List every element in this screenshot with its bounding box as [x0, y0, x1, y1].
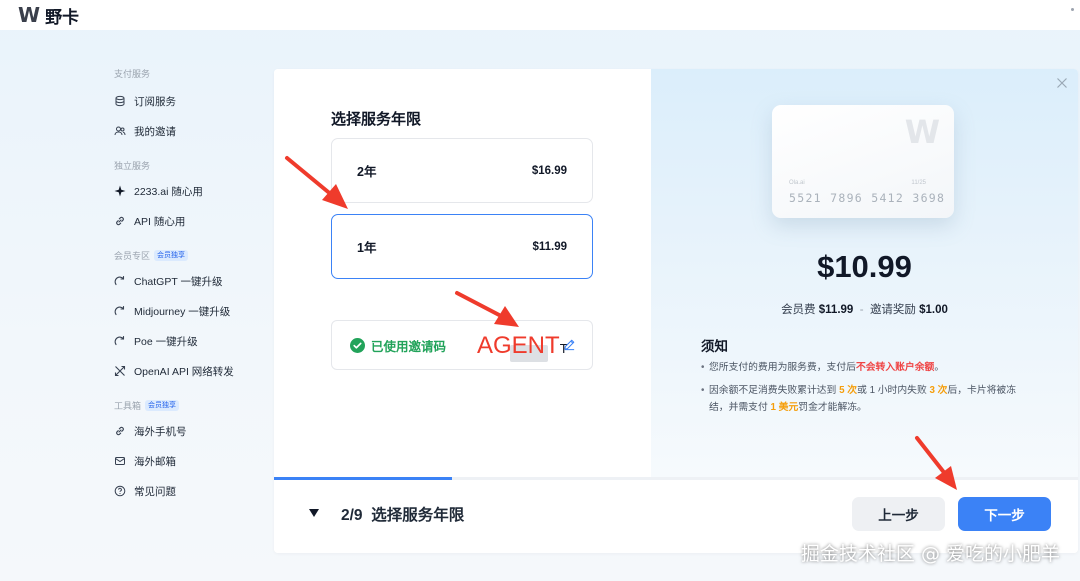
help-icon: [114, 485, 126, 497]
next-button[interactable]: 下一步: [958, 497, 1051, 531]
plan-panel: 选择服务年限 2年 $16.99 1年 $11.99 已使用邀请码 AGENTT: [274, 69, 651, 479]
member-badge: 会员独享: [154, 249, 189, 261]
forward-icon: [114, 365, 126, 377]
collapse-triangle-icon[interactable]: [308, 507, 320, 519]
sidebar-item-faq[interactable]: 常见问题: [114, 476, 264, 506]
upgrade-icon: [114, 335, 126, 347]
fee-breakdown: 会员费 $11.99 - 邀请奖励 $1.00: [781, 304, 948, 316]
sidebar-item-label: Poe 一键升级: [134, 335, 198, 348]
upgrade-icon: [114, 305, 126, 317]
notice-item-2: 因余额不足消费失败累计达到 5 次或 1 小时内失败 3 次后，卡片将被冻结，并…: [701, 382, 1031, 416]
card-expiry: 11/25: [911, 180, 926, 186]
sidebar-item-api[interactable]: API 随心用: [114, 206, 264, 236]
sidebar-item-phone[interactable]: 海外手机号: [114, 416, 264, 446]
card-number: 5521 7896 5412 3698: [789, 191, 946, 205]
card-preview: W Ola.ai 11/25 5521 7896 5412 3698: [772, 105, 954, 218]
sidebar-item-label: 海外手机号: [134, 425, 187, 438]
close-icon[interactable]: [1056, 77, 1068, 89]
sidebar-item-subscription[interactable]: 订阅服务: [114, 86, 264, 116]
summary-panel: W Ola.ai 11/25 5521 7896 5412 3698 $10.9…: [651, 69, 1078, 479]
sidebar-item-invitations[interactable]: 我的邀请: [114, 116, 264, 146]
invite-code-box: 已使用邀请码 AGENTT: [331, 320, 593, 370]
invite-status: 已使用邀请码: [350, 336, 446, 355]
member-badge: 会员独享: [145, 399, 180, 411]
option-price: $11.99: [532, 240, 567, 253]
sidebar-section-title: 支付服务: [114, 68, 151, 79]
check-circle-icon: [350, 337, 365, 353]
notice-title: 须知: [701, 339, 728, 354]
sidebar-item-label: API 随心用: [134, 215, 186, 228]
mail-icon: [114, 455, 126, 467]
link-icon: [114, 425, 126, 437]
app-name[interactable]: 野卡: [45, 3, 79, 28]
section-title: 选择服务年限: [331, 111, 422, 128]
top-bar: W 野卡: [0, 0, 1080, 30]
sparkle-icon: [114, 185, 126, 197]
edit-pencil-icon[interactable]: [563, 338, 576, 351]
sidebar-item-label: 常见问题: [134, 485, 176, 498]
option-1-year[interactable]: 1年 $11.99: [331, 214, 593, 279]
sidebar-section-title: 会员专区 会员独享: [114, 248, 264, 262]
option-price: $16.99: [531, 164, 567, 177]
invite-code-overlay: AGENTT: [477, 332, 568, 359]
card-brand: Ola.ai: [789, 180, 805, 186]
link-icon: [114, 215, 126, 227]
checkout-card: 选择服务年限 2年 $16.99 1年 $11.99 已使用邀请码 AGENTT…: [274, 69, 1078, 553]
sidebar-section-title: 工具箱 会员独享: [114, 398, 264, 412]
previous-button[interactable]: 上一步: [852, 497, 945, 531]
sidebar-item-label: ChatGPT 一键升级: [134, 275, 223, 288]
notice-item-1: 您所支付的费用为服务费，支付后不会转入账户余额。: [701, 359, 1031, 376]
sidebar-item-chatgpt[interactable]: ChatGPT 一键升级: [114, 266, 264, 296]
sidebar: 支付服务 订阅服务 我的邀请 独立服务 2233.ai 随心用 API 随心用 …: [114, 66, 264, 506]
sidebar-item-label: 海外邮箱: [134, 455, 176, 468]
option-2-years[interactable]: 2年 $16.99: [331, 138, 593, 203]
sidebar-item-label: 订阅服务: [134, 95, 176, 108]
top-dot-icon: [1071, 8, 1074, 11]
users-icon: [114, 125, 126, 137]
option-label: 2年: [357, 165, 377, 179]
money-stack-icon: [114, 95, 126, 107]
upgrade-icon: [114, 275, 126, 287]
step-indicator: 2/9 选择服务年限: [341, 507, 465, 524]
sidebar-item-midjourney[interactable]: Midjourney 一键升级: [114, 296, 264, 326]
sidebar-item-label: Midjourney 一键升级: [134, 305, 231, 318]
logo-icon[interactable]: W: [18, 3, 40, 27]
sidebar-item-email[interactable]: 海外邮箱: [114, 446, 264, 476]
sidebar-section-title: 独立服务: [114, 160, 151, 171]
sidebar-item-label: 我的邀请: [134, 125, 176, 138]
sidebar-item-label: OpenAI API 网络转发: [134, 365, 234, 378]
sidebar-item-openai-forward[interactable]: OpenAI API 网络转发: [114, 356, 264, 386]
sidebar-item-poe[interactable]: Poe 一键升级: [114, 326, 264, 356]
total-price: $10.99: [817, 249, 912, 284]
watermark: 掘金技术社区 @ 爱吃的小肥羊: [800, 543, 1060, 565]
sidebar-item-2233ai[interactable]: 2233.ai 随心用: [114, 176, 264, 206]
sidebar-item-label: 2233.ai 随心用: [134, 185, 203, 198]
card-logo: W: [904, 113, 940, 151]
invite-status-text: 已使用邀请码: [371, 339, 447, 354]
option-label: 1年: [357, 241, 377, 255]
